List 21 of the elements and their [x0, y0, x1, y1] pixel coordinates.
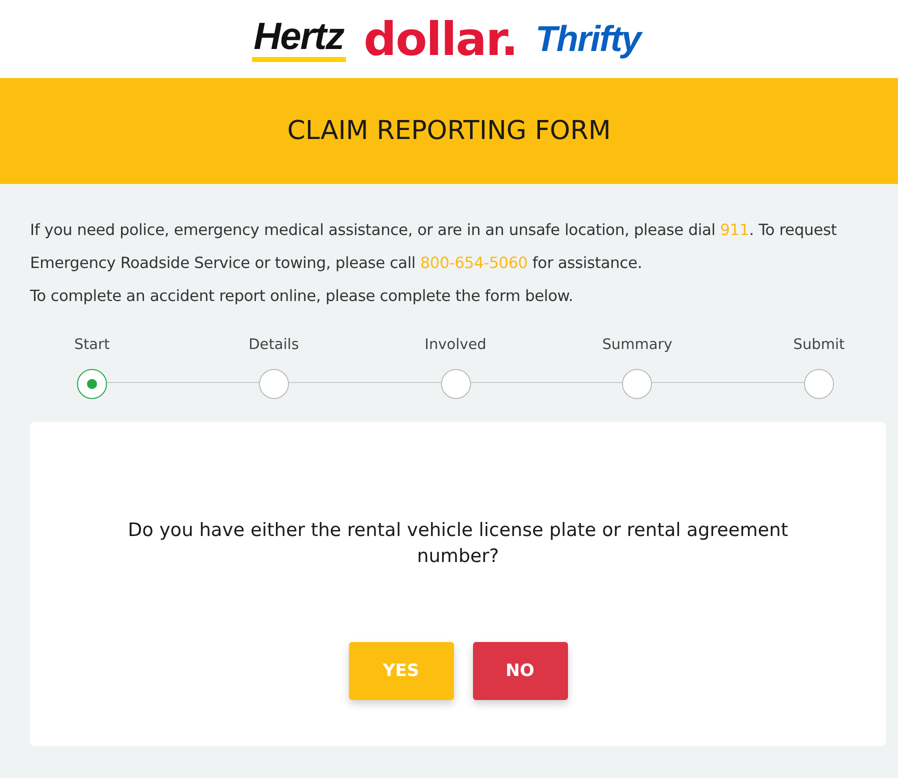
no-button[interactable]: NO [472, 642, 568, 700]
step-indicator[interactable] [440, 369, 470, 399]
step-label: Details [248, 337, 299, 355]
phone-link[interactable]: 800-654-5060 [420, 254, 528, 272]
brand-logo: Hertz [252, 16, 346, 62]
step-indicator[interactable] [258, 369, 289, 399]
brand-logo: dollar. [364, 15, 518, 63]
brand-logo: Thrifty [535, 19, 640, 59]
step-label: Involved [424, 337, 486, 355]
question-text: Do you have either the rental vehicle license plate or rental agreement number? [126, 519, 790, 569]
yes-button[interactable]: YES [348, 642, 454, 700]
step-indicator[interactable] [77, 369, 107, 399]
step-indicator[interactable] [622, 369, 652, 399]
form-title: CLAIM REPORTING FORM [287, 116, 611, 146]
intro-paragraph: If you need police, emergency medical assistance, or are in an unsafe location, please dial 911. To request Emergency Roadside Service or towing, please call 800-654-5060 for assistance. [30, 220, 838, 274]
phone-link[interactable]: 911 [720, 221, 750, 239]
intro-paragraph: To complete an accident report online, please complete the form below. [30, 286, 574, 307]
step-label: Summary [602, 337, 672, 355]
step-label: Submit [793, 337, 845, 355]
step-label: Start [74, 337, 110, 355]
step-indicator[interactable] [804, 369, 834, 399]
